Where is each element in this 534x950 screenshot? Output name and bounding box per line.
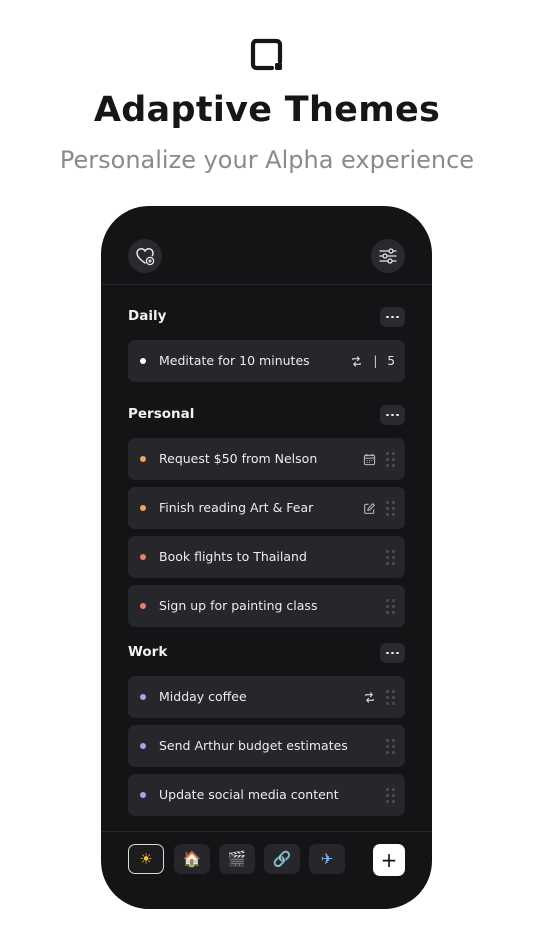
task-label: Meditate for 10 minutes: [159, 353, 310, 368]
task-label: Update social media content: [159, 787, 339, 802]
section-title-daily: Daily: [128, 308, 167, 324]
page-title: Adaptive Themes: [93, 90, 441, 130]
task-count: 5: [387, 354, 395, 368]
heart-plus-icon: [136, 248, 155, 266]
task-dot: [140, 743, 146, 749]
drag-handle[interactable]: [386, 598, 395, 614]
favorites-button[interactable]: [128, 239, 162, 273]
bottom-divider: [101, 831, 432, 832]
task-row[interactable]: Book flights to Thailand: [128, 536, 405, 578]
sun-icon: ☀: [139, 850, 153, 868]
header-divider: [101, 284, 432, 285]
section-title-personal: Personal: [128, 406, 195, 422]
drag-handle[interactable]: [386, 500, 395, 516]
task-label: Book flights to Thailand: [159, 549, 307, 564]
drag-handle[interactable]: [386, 451, 395, 467]
task-row[interactable]: Request $50 from Nelson: [128, 438, 405, 480]
task-dot: [140, 792, 146, 798]
task-dot: [140, 554, 146, 560]
page-subtitle: Personalize your Alpha experience: [59, 146, 475, 174]
link-icon: 🔗: [272, 850, 292, 868]
phone-mockup: Daily Meditate for 10 minutes | 5 Person…: [101, 206, 432, 909]
tab-sun[interactable]: ☀: [128, 844, 164, 874]
task-label: Sign up for painting class: [159, 598, 318, 613]
task-row[interactable]: Meditate for 10 minutes | 5: [128, 340, 405, 382]
task-row[interactable]: Sign up for painting class: [128, 585, 405, 627]
drag-handle[interactable]: [386, 689, 395, 705]
sliders-icon: [379, 248, 397, 264]
personal-more-button[interactable]: [380, 405, 405, 425]
tab-movies[interactable]: 🎬: [219, 844, 255, 874]
task-label: Request $50 from Nelson: [159, 451, 318, 466]
add-task-button[interactable]: +: [373, 844, 405, 876]
task-row[interactable]: Update social media content: [128, 774, 405, 816]
task-label: Send Arthur budget estimates: [159, 738, 348, 753]
task-separator: |: [373, 354, 378, 368]
airplane-icon: ✈: [320, 850, 334, 868]
task-dot: [140, 456, 146, 462]
task-row[interactable]: Midday coffee: [128, 676, 405, 718]
tab-travel[interactable]: ✈: [309, 844, 345, 874]
drag-handle[interactable]: [386, 549, 395, 565]
tab-home[interactable]: 🏠: [174, 844, 210, 874]
clapper-icon: 🎬: [227, 850, 247, 868]
drag-handle[interactable]: [386, 738, 395, 754]
house-icon: 🏠: [182, 850, 202, 868]
task-dot: [140, 358, 146, 364]
tab-links[interactable]: 🔗: [264, 844, 300, 874]
repeat-icon: [365, 691, 374, 703]
work-more-button[interactable]: [380, 643, 405, 663]
section-title-work: Work: [128, 644, 168, 660]
task-dot: [140, 505, 146, 511]
drag-handle[interactable]: [386, 787, 395, 803]
task-label: Finish reading Art & Fear: [159, 500, 314, 515]
edit-icon: [364, 502, 375, 514]
repeat-icon: [352, 355, 362, 367]
settings-button[interactable]: [371, 239, 405, 273]
daily-more-button[interactable]: [380, 307, 405, 327]
task-row[interactable]: Finish reading Art & Fear: [128, 487, 405, 529]
task-dot: [140, 603, 146, 609]
task-label: Midday coffee: [159, 689, 247, 704]
task-row[interactable]: Send Arthur budget estimates: [128, 725, 405, 767]
page: Adaptive Themes Personalize your Alpha e…: [0, 0, 534, 950]
task-dot: [140, 694, 146, 700]
calendar-icon: [363, 453, 376, 465]
alpha-logo-icon: [250, 38, 283, 71]
